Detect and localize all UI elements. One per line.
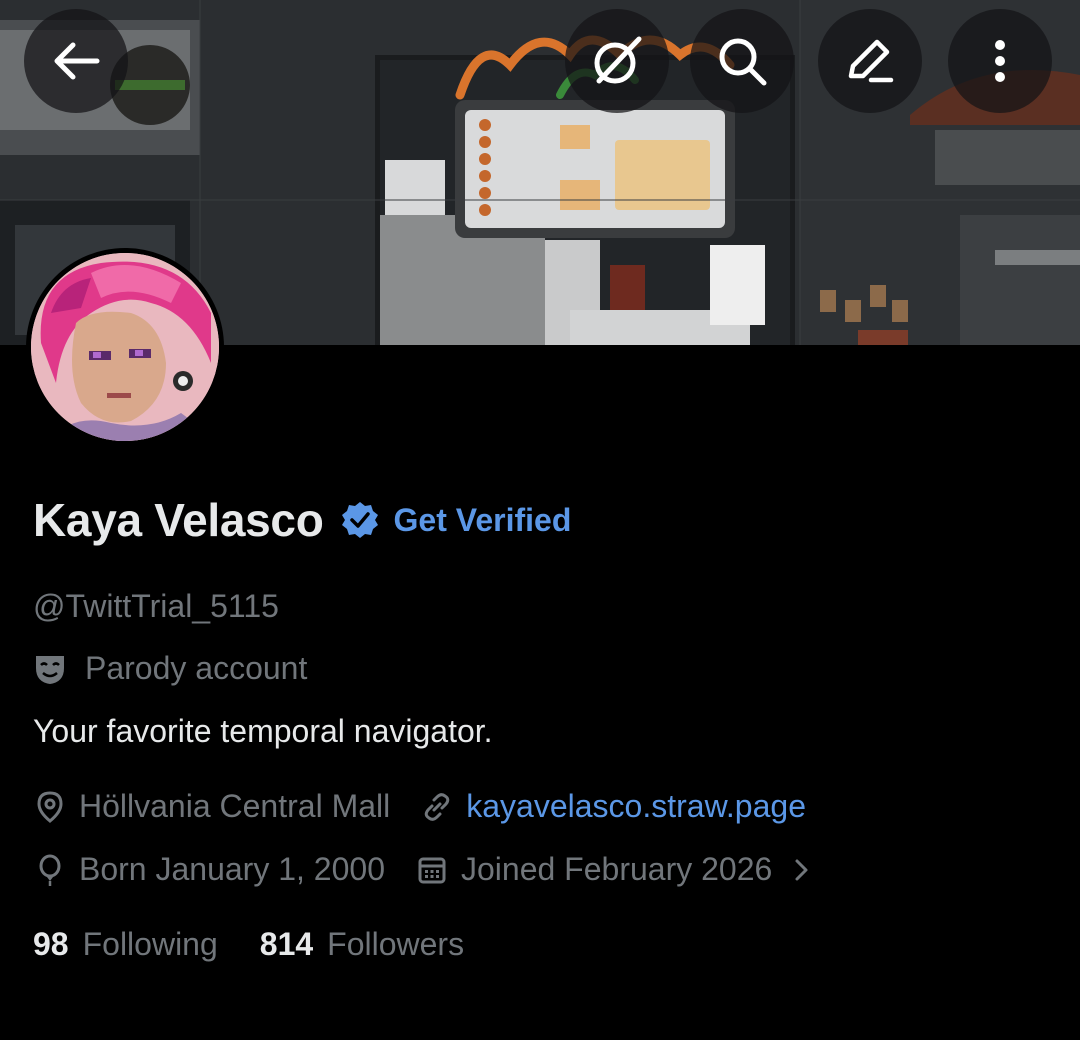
location-pin-icon bbox=[37, 790, 63, 823]
profile-handle: @TwittTrial_5115 bbox=[33, 588, 279, 624]
verified-badge-icon[interactable] bbox=[340, 500, 380, 540]
chevron-right-icon[interactable] bbox=[788, 853, 816, 887]
avatar-image bbox=[31, 253, 219, 441]
grok-button[interactable] bbox=[565, 9, 669, 113]
profile-bio: Your favorite temporal navigator. bbox=[33, 713, 493, 749]
following-count: 98 bbox=[33, 926, 69, 962]
birthday-text: Born January 1, 2000 bbox=[79, 851, 385, 887]
grok-slash-icon bbox=[594, 36, 642, 84]
followers-count: 814 bbox=[259, 926, 314, 962]
birthday-item: Born January 1, 2000 bbox=[33, 851, 385, 888]
more-vertical-icon bbox=[995, 40, 1005, 82]
parody-account-label: Parody account bbox=[33, 650, 307, 687]
link-icon bbox=[424, 792, 450, 821]
back-button[interactable] bbox=[24, 9, 128, 113]
more-button[interactable] bbox=[948, 9, 1052, 113]
edit-button[interactable] bbox=[818, 9, 922, 113]
balloon-icon bbox=[39, 854, 61, 886]
search-icon bbox=[719, 38, 767, 86]
theater-mask-icon bbox=[36, 655, 64, 684]
followers-stat[interactable]: 814 Followers bbox=[260, 926, 464, 963]
meta-row-dates: Born January 1, 2000 Joined February 202… bbox=[33, 851, 816, 888]
following-stat[interactable]: 98 Following bbox=[33, 926, 218, 963]
website-item[interactable]: kayavelasco.straw.page bbox=[420, 788, 806, 825]
edit-pencil-icon bbox=[848, 39, 894, 83]
parody-account-text: Parody account bbox=[85, 650, 308, 686]
following-label: Following bbox=[82, 926, 218, 962]
meta-row-location: Höllvania Central Mall kayavelasco.straw… bbox=[33, 788, 806, 825]
search-button[interactable] bbox=[690, 9, 794, 113]
calendar-icon bbox=[418, 857, 446, 883]
followers-label: Followers bbox=[327, 926, 465, 962]
profile-avatar[interactable] bbox=[26, 248, 224, 446]
location-text: Höllvania Central Mall bbox=[79, 788, 391, 824]
get-verified-link[interactable]: Get Verified bbox=[394, 502, 572, 539]
arrow-left-icon bbox=[54, 42, 100, 80]
follow-stats: 98 Following 814 Followers bbox=[33, 926, 464, 963]
joined-text: Joined February 2026 bbox=[460, 851, 773, 887]
name-row: Kaya Velasco Get Verified bbox=[33, 490, 571, 550]
display-name: Kaya Velasco bbox=[33, 494, 324, 546]
joined-item[interactable]: Joined February 2026 bbox=[415, 851, 816, 888]
location-item: Höllvania Central Mall bbox=[33, 788, 390, 825]
website-link[interactable]: kayavelasco.straw.page bbox=[466, 788, 806, 825]
